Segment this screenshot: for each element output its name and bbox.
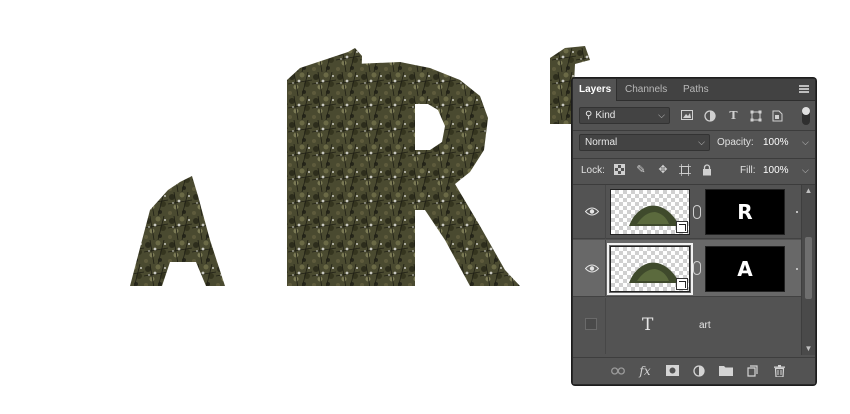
kind-filter-select[interactable]: ⚲ Kind ⌵ xyxy=(579,107,670,124)
blend-mode-value: Normal xyxy=(585,137,618,148)
eye-icon[interactable] xyxy=(585,207,599,216)
add-mask-icon[interactable] xyxy=(665,365,679,378)
layers-list: R A T art xyxy=(573,185,801,355)
layer-thumbnail[interactable] xyxy=(607,243,693,295)
lock-position-icon[interactable]: ✥ xyxy=(657,164,669,176)
scroll-up-icon[interactable]: ▲ xyxy=(802,185,815,197)
link-icon[interactable] xyxy=(693,261,701,275)
new-layer-icon[interactable] xyxy=(745,365,759,378)
layer-thumbnail[interactable] xyxy=(610,189,690,235)
panel-tab-bar: Layers Channels Paths xyxy=(573,79,815,101)
layer-row[interactable]: T art xyxy=(573,298,801,354)
tab-channels[interactable]: Channels xyxy=(619,79,675,101)
chevron-down-icon: ⌵ xyxy=(658,110,665,120)
blend-mode-select[interactable]: Normal ⌵ xyxy=(579,134,710,151)
letter-r-body xyxy=(355,62,520,286)
tab-paths[interactable]: Paths xyxy=(677,79,717,101)
link-icon[interactable] xyxy=(693,205,701,219)
fx-icon[interactable]: fx xyxy=(638,365,652,378)
tab-layers[interactable]: Layers xyxy=(573,79,617,101)
opacity-value[interactable]: 100% xyxy=(763,137,789,148)
visibility-toggle[interactable] xyxy=(585,318,597,330)
lock-artboard-icon[interactable] xyxy=(679,164,691,176)
layers-scrollbar[interactable]: ▲ ▼ xyxy=(801,185,815,355)
letter-r-left-stroke xyxy=(287,48,362,286)
letter-a-fragment xyxy=(130,176,225,286)
layer-mask-thumbnail[interactable]: R xyxy=(705,189,785,235)
lock-row: Lock: ✎ ✥ Fill: 100% ⌵ xyxy=(573,159,815,183)
layer-name[interactable]: art xyxy=(699,320,711,331)
shape-filter-icon[interactable] xyxy=(749,110,762,122)
panel-menu-icon[interactable] xyxy=(799,85,809,93)
opacity-label: Opacity: xyxy=(717,137,754,148)
trash-icon[interactable] xyxy=(772,365,786,378)
new-adjustment-icon[interactable] xyxy=(692,365,706,378)
search-icon: ⚲ xyxy=(585,110,593,121)
smart-object-filter-icon[interactable] xyxy=(771,110,784,122)
blend-row: Normal ⌵ Opacity: 100% ⌵ xyxy=(573,131,815,155)
layers-panel: Layers Channels Paths ⚲ Kind ⌵ T Normal ⌵… xyxy=(572,78,816,385)
lock-label: Lock: xyxy=(581,165,605,176)
layer-row[interactable]: R xyxy=(573,185,801,239)
filter-toggle[interactable] xyxy=(802,107,810,125)
link-layers-icon[interactable] xyxy=(611,365,625,378)
fill-value[interactable]: 100% xyxy=(763,165,789,176)
new-group-icon[interactable] xyxy=(719,365,733,378)
lock-transparent-pixels-icon[interactable] xyxy=(613,164,625,176)
lock-image-pixels-icon[interactable]: ✎ xyxy=(635,164,647,176)
opacity-dropdown-icon[interactable]: ⌵ xyxy=(802,137,809,148)
lock-all-icon[interactable] xyxy=(701,164,713,176)
type-filter-icon[interactable]: T xyxy=(727,110,740,122)
layer-row-selected[interactable]: A xyxy=(573,240,801,297)
smart-object-icon xyxy=(676,278,688,290)
eye-icon[interactable] xyxy=(585,264,599,273)
image-filter-icon[interactable] xyxy=(680,110,693,122)
smart-object-icon xyxy=(676,221,688,233)
fill-label: Fill: xyxy=(740,165,756,176)
type-layer-icon: T xyxy=(642,315,654,335)
panel-bottom-toolbar: fx xyxy=(573,357,815,384)
chevron-down-icon: ⌵ xyxy=(698,137,705,147)
scroll-down-icon[interactable]: ▼ xyxy=(802,343,815,355)
kind-label: Kind xyxy=(595,110,616,121)
adjustment-filter-icon[interactable] xyxy=(703,110,716,122)
layer-mask-thumbnail[interactable]: A xyxy=(705,246,785,292)
scroll-thumb[interactable] xyxy=(805,237,812,299)
fill-dropdown-icon[interactable]: ⌵ xyxy=(802,165,809,176)
filter-row: ⚲ Kind ⌵ T xyxy=(573,102,815,129)
